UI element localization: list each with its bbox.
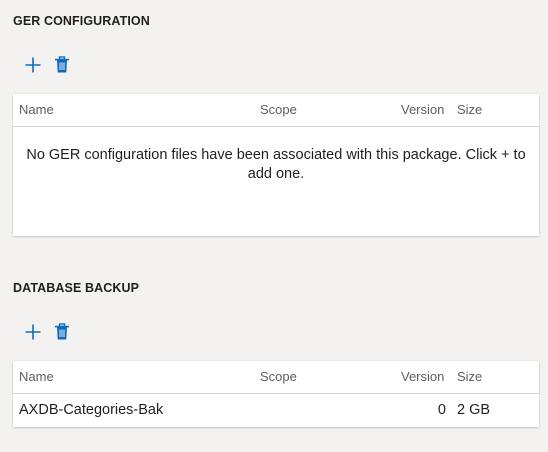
section-title: DATABASE BACKUP (13, 281, 140, 295)
plus-icon (25, 57, 41, 73)
add-button[interactable] (23, 322, 43, 342)
cell-version: 0 (437, 402, 446, 418)
table-header: Name Scope Version Size (13, 94, 539, 127)
toolbar (23, 322, 72, 342)
empty-state-message: No GER configuration files have been ass… (26, 147, 526, 182)
backup-table: Name Scope Version Size AXDB-Categories-… (13, 361, 539, 427)
trash-icon (55, 56, 69, 73)
plus-icon (25, 324, 41, 340)
cell-size: 2 GB (457, 402, 491, 418)
ger-table: Name Scope Version Size No GER configura… (13, 94, 539, 236)
table-row[interactable]: AXDB-Categories-Bak 0 2 GB (13, 394, 539, 427)
add-button[interactable] (23, 55, 43, 75)
column-header-version[interactable]: Version (401, 369, 444, 384)
section-title: GER CONFIGURATION (13, 14, 150, 28)
column-header-name[interactable]: Name (19, 369, 54, 384)
toolbar (23, 55, 72, 75)
column-header-size[interactable]: Size (457, 369, 482, 384)
cell-name: AXDB-Categories-Bak (19, 402, 164, 418)
column-header-size[interactable]: Size (457, 102, 482, 117)
table-header: Name Scope Version Size (13, 361, 539, 394)
delete-button[interactable] (52, 55, 72, 75)
column-header-scope[interactable]: Scope (260, 102, 297, 117)
column-header-name[interactable]: Name (19, 102, 54, 117)
column-header-scope[interactable]: Scope (260, 369, 297, 384)
delete-button[interactable] (52, 322, 72, 342)
column-header-version[interactable]: Version (401, 102, 444, 117)
trash-icon (55, 323, 69, 340)
